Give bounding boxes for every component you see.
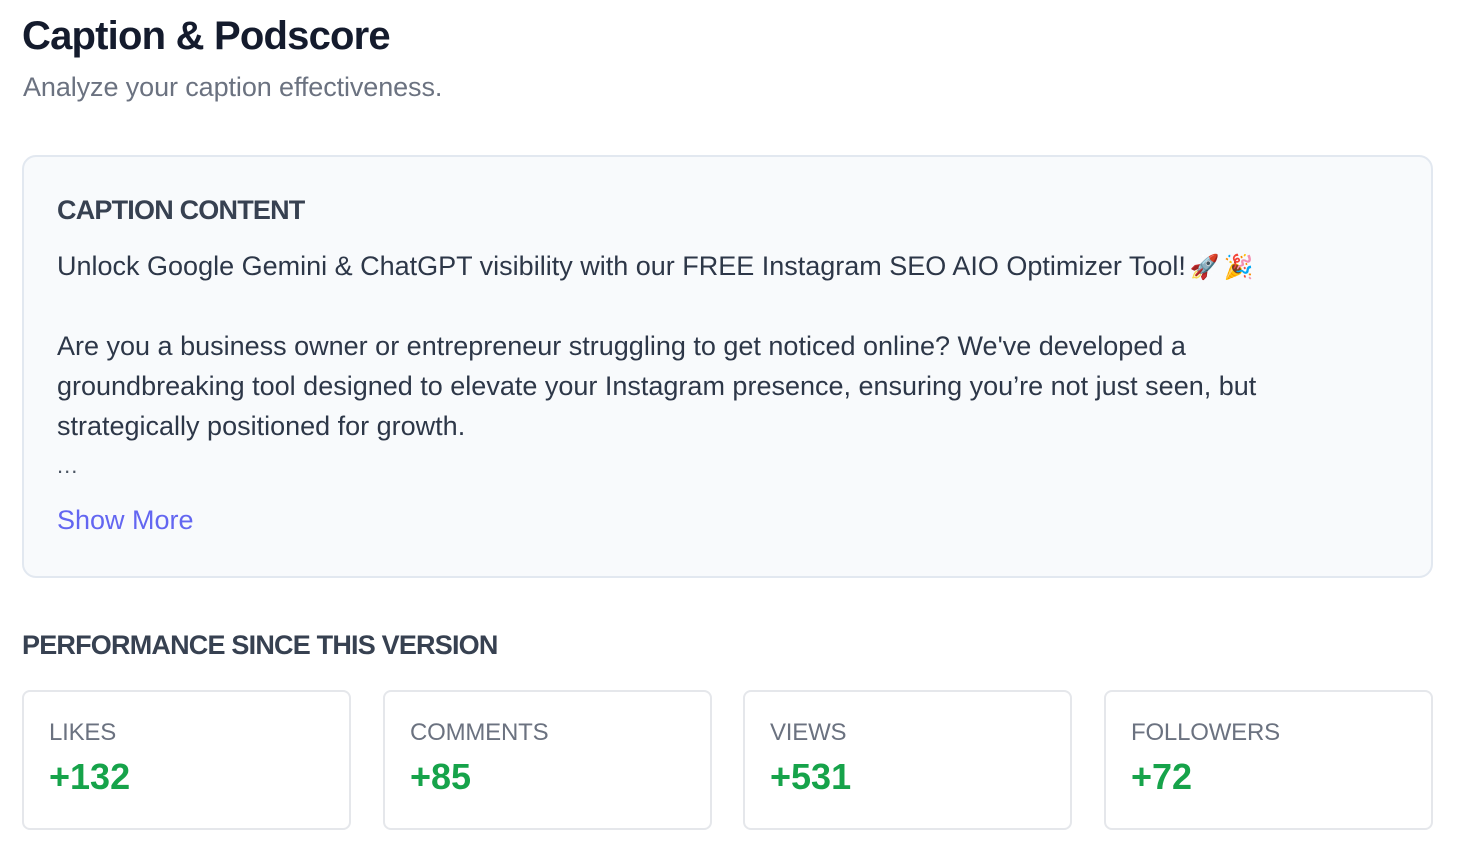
caption-ellipsis: ... <box>57 453 79 478</box>
stat-label: COMMENTS <box>410 719 549 746</box>
page-title: Caption & Podscore <box>22 14 391 58</box>
caption-card: CAPTION CONTENT Unlock Google Gemini & C… <box>22 155 1433 578</box>
stat-card-comments: COMMENTS +85 <box>383 690 712 830</box>
performance-heading: PERFORMANCE SINCE THIS VERSION <box>22 630 498 660</box>
stat-label: LIKES <box>49 719 117 746</box>
stat-label: VIEWS <box>770 719 847 746</box>
caption-paragraph-line: groundbreaking tool designed to elevate … <box>57 371 1257 401</box>
stat-card-views: VIEWS +531 <box>743 690 1072 830</box>
stat-value: +531 <box>770 756 852 797</box>
stat-card-likes: LIKES +132 <box>22 690 351 830</box>
caption-first-line: Unlock Google Gemini & ChatGPT visibilit… <box>57 246 1254 288</box>
page-subtitle: Analyze your caption effectiveness. <box>23 72 443 102</box>
stat-value: +85 <box>410 756 472 797</box>
caption-paragraph-line: strategically positioned for growth. <box>57 411 466 441</box>
stat-label: FOLLOWERS <box>1131 719 1280 746</box>
show-more-button[interactable]: Show More <box>57 505 194 536</box>
caption-paragraph-line: Are you a business owner or entrepreneur… <box>57 331 1186 361</box>
caption-first-line-text: Unlock Google Gemini & ChatGPT visibilit… <box>57 251 1186 281</box>
caption-paragraph: Are you a business owner or entrepreneur… <box>57 326 1256 446</box>
stat-value: +72 <box>1131 756 1193 797</box>
party-popper-emoji: 🎉 <box>1223 254 1254 281</box>
rocket-emoji: 🚀 <box>1189 254 1220 281</box>
stat-value: +132 <box>49 756 131 797</box>
caption-heading: CAPTION CONTENT <box>57 195 305 225</box>
stat-card-followers: FOLLOWERS +72 <box>1104 690 1433 830</box>
